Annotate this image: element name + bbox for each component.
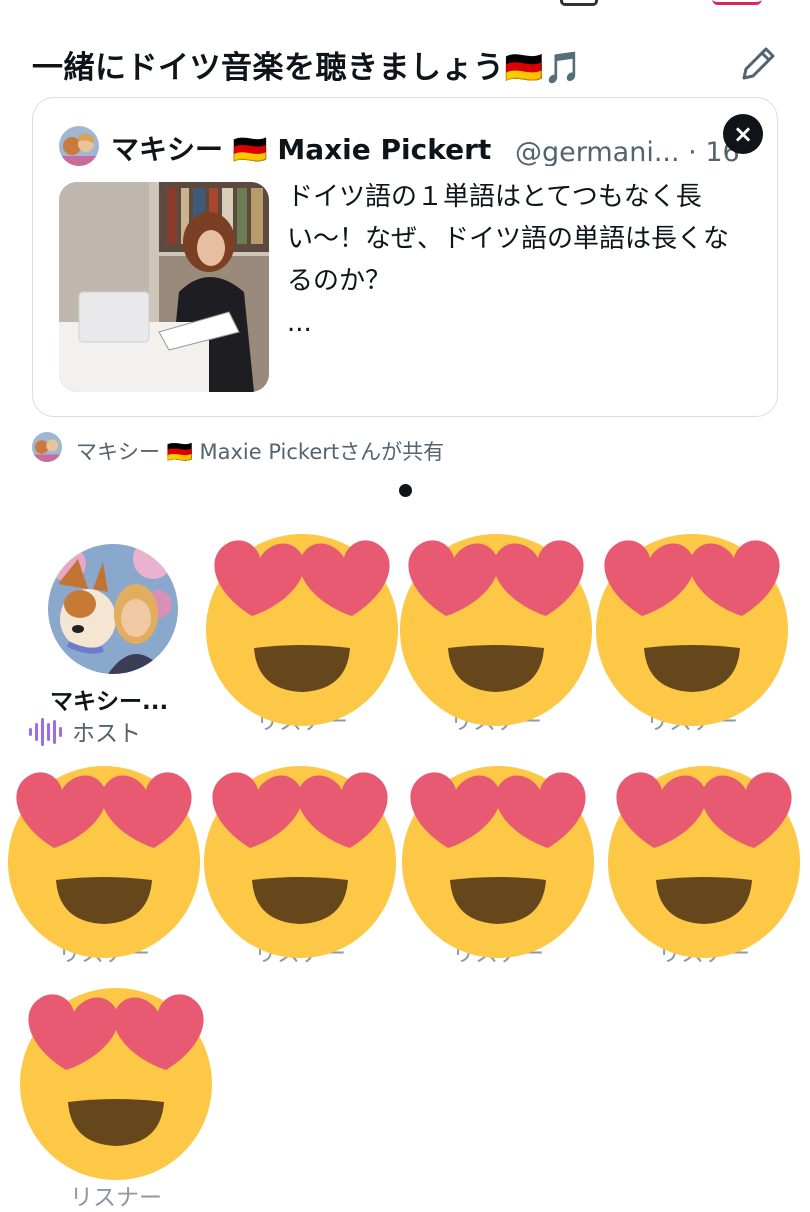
pinned-post-header: マキシー 🇩🇪 Maxie Pickert @germani... · 16分 <box>59 126 739 166</box>
heart-eyes-emoji-icon <box>604 762 804 962</box>
page-title: 一緒にドイツ音楽を聴きましょう🇩🇪🎵 <box>32 50 583 86</box>
listener-8[interactable]: リスナー <box>16 984 216 1211</box>
post-thumbnail[interactable] <box>59 182 269 392</box>
pinned-post-text: ドイツ語の１単語はとてつもなく長い〜！なぜ、ドイツ語の単語は長くなるのか？ ..… <box>287 176 747 344</box>
sharer-name: マキシー 🇩🇪 Maxie Pickert <box>76 440 340 464</box>
host-name: マキシー... <box>50 689 169 715</box>
host-role-label: ホスト <box>72 721 141 747</box>
heart-eyes-emoji-icon <box>202 530 402 730</box>
post-text: ドイツ語の１単語はとてつもなく長い〜！なぜ、ドイツ語の単語は長くなるのか？ <box>287 182 730 296</box>
edit-button[interactable] <box>736 40 782 86</box>
listener-4[interactable]: リスナー <box>4 762 204 972</box>
status-bar-fragment <box>560 0 598 6</box>
sound-wave-icon <box>28 717 66 753</box>
listener-1[interactable]: リスナー <box>202 530 402 740</box>
pencil-icon <box>742 47 775 80</box>
listener-3[interactable]: リスナー <box>592 530 792 740</box>
status-bar-fragment-red <box>712 0 762 5</box>
listener-2[interactable]: リスナー <box>396 530 596 740</box>
author-avatar <box>59 126 99 166</box>
space-header: 一緒にドイツ音楽を聴きましょう🇩🇪🎵 <box>32 36 782 92</box>
close-icon: × <box>732 120 754 148</box>
shared-by-text: マキシー 🇩🇪 Maxie Pickertさんが共有 <box>76 436 444 466</box>
shared-by-row: マキシー 🇩🇪 Maxie Pickertさんが共有 <box>32 432 632 466</box>
host-role: ホスト <box>28 714 141 753</box>
heart-eyes-emoji-icon <box>592 530 792 730</box>
author-handle-time: @germani... · 16分 <box>515 137 739 166</box>
listener-7[interactable]: リスナー <box>604 762 804 972</box>
host-participant[interactable]: マキシー... ホスト <box>28 540 198 750</box>
heart-eyes-emoji-icon <box>398 762 598 962</box>
post-more: ... <box>287 308 312 338</box>
close-pinned-post-button[interactable]: × <box>723 114 763 154</box>
listener-6[interactable]: リスナー <box>398 762 598 972</box>
page-indicator-dot <box>399 484 412 497</box>
heart-eyes-emoji-icon <box>4 762 204 962</box>
heart-eyes-emoji-icon <box>200 762 400 962</box>
listener-5[interactable]: リスナー <box>200 762 400 972</box>
sharer-avatar <box>32 432 62 462</box>
host-avatar <box>48 544 178 674</box>
heart-eyes-emoji-icon <box>16 984 216 1184</box>
pinned-post-card[interactable]: マキシー 🇩🇪 Maxie Pickert @germani... · 16分 … <box>32 97 778 417</box>
shared-suffix: さんが共有 <box>339 440 445 464</box>
author-name: マキシー 🇩🇪 Maxie Pickert <box>111 133 492 166</box>
heart-eyes-emoji-icon <box>396 530 596 730</box>
